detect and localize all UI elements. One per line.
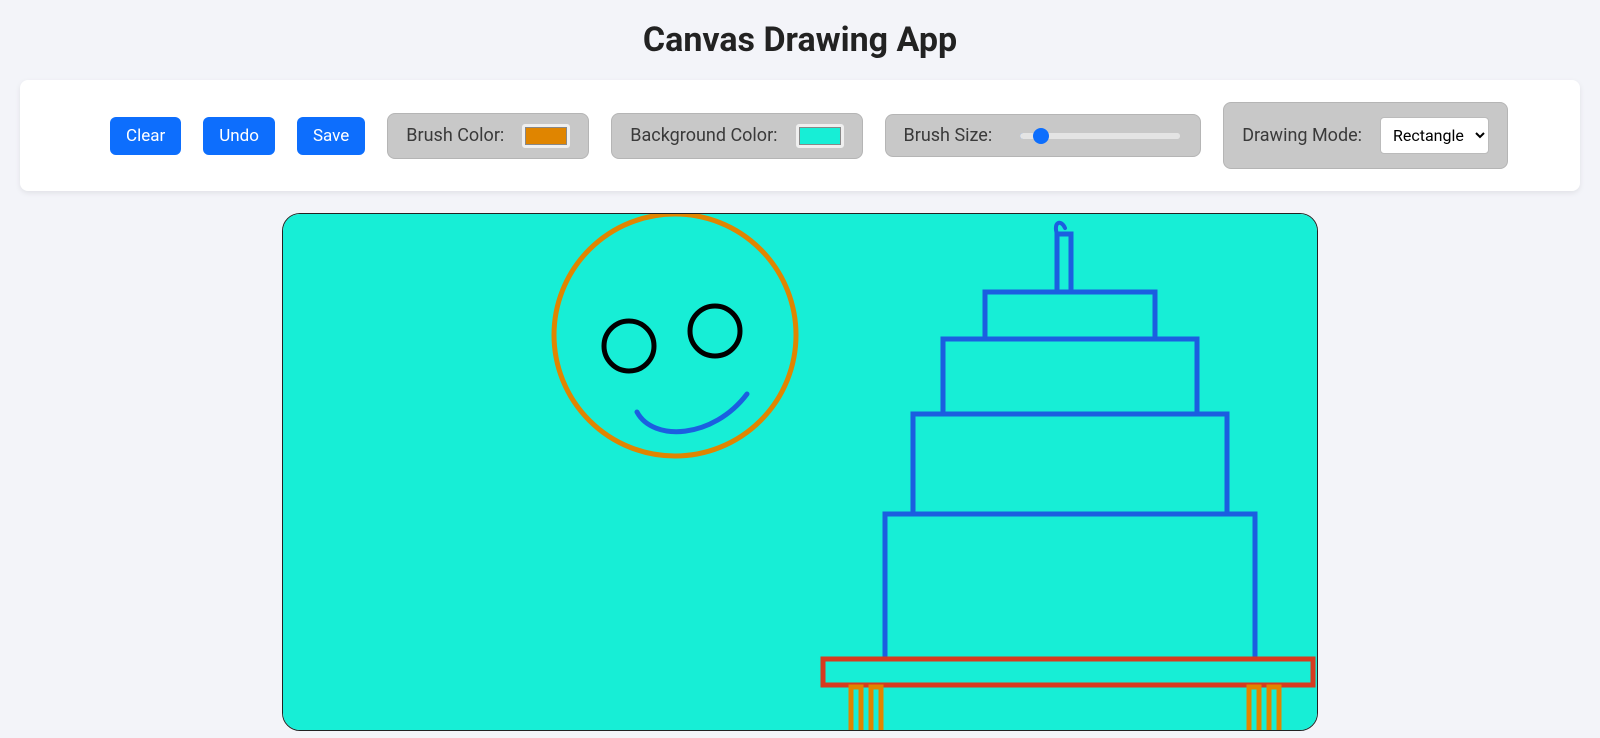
brush-color-group: Brush Color: [387,113,589,159]
drawing-mode-select[interactable]: Rectangle [1380,117,1489,154]
drawing-mode-label: Drawing Mode: [1242,125,1362,146]
brush-size-label: Brush Size: [904,125,993,146]
brush-size-slider[interactable] [1020,133,1180,139]
save-button[interactable]: Save [297,117,365,155]
toolbar: Clear Undo Save Brush Color: Background … [20,80,1580,191]
clear-button[interactable]: Clear [110,117,181,155]
brush-color-picker[interactable] [522,124,570,148]
canvas-container [0,213,1600,731]
drawing-canvas[interactable] [282,213,1318,731]
brush-size-group: Brush Size: [885,114,1202,157]
background-color-label: Background Color: [630,125,777,146]
background-color-group: Background Color: [611,113,862,159]
page-title: Canvas Drawing App [0,20,1600,60]
undo-button[interactable]: Undo [203,117,275,155]
brush-color-label: Brush Color: [406,125,504,146]
drawing-mode-group: Drawing Mode: Rectangle [1223,102,1508,169]
background-color-picker[interactable] [796,124,844,148]
